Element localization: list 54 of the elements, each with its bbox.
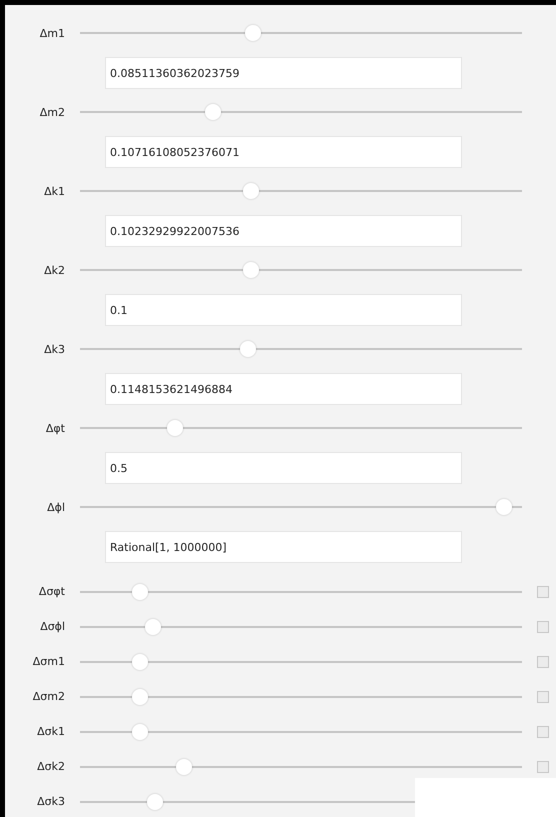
slider-track[interactable]: [80, 262, 522, 278]
slider-thumb[interactable]: [176, 758, 192, 774]
input-field[interactable]: 0.08511360362023759: [105, 57, 462, 89]
slider-label: Δk1: [44, 184, 65, 198]
slider-label: Δφt: [46, 422, 65, 434]
slider-track[interactable]: [80, 618, 522, 634]
slider-thumb[interactable]: [132, 584, 148, 600]
input-field[interactable]: 0.1148153621496884: [105, 373, 462, 405]
slider-thumb[interactable]: [144, 618, 161, 634]
expand-icon[interactable]: [537, 726, 549, 738]
slider-track[interactable]: [80, 25, 522, 41]
slider-track[interactable]: [80, 654, 522, 670]
slider-track[interactable]: [80, 758, 522, 774]
input-field[interactable]: 0.10232929922007536: [105, 215, 462, 247]
slider-track[interactable]: [80, 499, 522, 515]
slider-thumb[interactable]: [496, 499, 512, 515]
slider-label: Δσk1: [37, 725, 65, 738]
slider-label: Δσk2: [37, 760, 65, 773]
input-field[interactable]: 0.5: [105, 452, 462, 484]
slider-track[interactable]: [80, 724, 522, 740]
expand-icon[interactable]: [537, 620, 549, 632]
slider-track[interactable]: [80, 341, 522, 357]
slider-label: Δm2: [40, 106, 65, 118]
slider-thumb[interactable]: [166, 420, 183, 436]
slider-thumb[interactable]: [147, 794, 164, 810]
input-field[interactable]: 0.1: [105, 294, 462, 326]
slider-thumb[interactable]: [242, 262, 259, 278]
slider-thumb[interactable]: [242, 183, 259, 199]
slider-thumb[interactable]: [244, 25, 261, 41]
slider-thumb[interactable]: [240, 341, 256, 357]
slider-label: Δσk3: [37, 795, 65, 808]
slider-label: Δk3: [44, 342, 65, 356]
slider-label: Δσm1: [32, 655, 65, 668]
slider-label: Δm1: [40, 26, 65, 40]
slider-track[interactable]: [80, 688, 522, 704]
expand-icon[interactable]: [537, 586, 549, 598]
expand-icon[interactable]: [537, 760, 549, 772]
input-field[interactable]: 0.10716108052376071: [105, 136, 462, 168]
expand-icon[interactable]: [537, 690, 549, 702]
slider-track[interactable]: [80, 584, 522, 600]
slider-thumb[interactable]: [132, 688, 148, 704]
slider-label: Δσϕl: [40, 620, 65, 633]
slider-thumb[interactable]: [132, 724, 148, 740]
slider-label: Δϕl: [47, 500, 65, 514]
slider-track[interactable]: [80, 183, 522, 199]
slider-track[interactable]: [80, 104, 522, 120]
slider-thumb[interactable]: [132, 654, 148, 670]
slider-label: Δσφt: [38, 585, 65, 598]
slider-thumb[interactable]: [205, 104, 222, 120]
slider-track[interactable]: [80, 420, 522, 436]
slider-label: Δσm2: [32, 690, 65, 703]
expand-icon[interactable]: [537, 656, 549, 668]
input-field[interactable]: Rational[1, 1000000]: [105, 531, 462, 563]
slider-label: Δk2: [44, 264, 65, 276]
